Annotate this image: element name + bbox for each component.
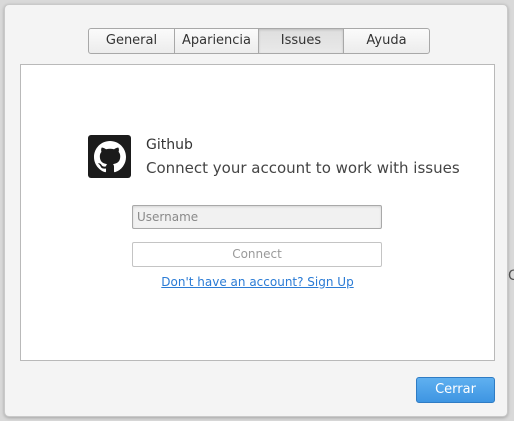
service-subtitle: Connect your account to work with issues	[146, 159, 460, 177]
signup-link[interactable]: Don't have an account? Sign Up	[21, 275, 494, 289]
tab-apariencia[interactable]: Apariencia	[175, 29, 259, 53]
tab-general[interactable]: General	[89, 29, 175, 53]
tab-ayuda[interactable]: Ayuda	[344, 29, 429, 53]
tab-issues[interactable]: Issues	[259, 29, 344, 53]
preferences-dialog: General Apariencia Issues Ayuda Github C…	[4, 4, 508, 417]
connect-button[interactable]: Connect	[132, 242, 382, 267]
github-octocat-svg	[93, 140, 126, 172]
tab-bar: General Apariencia Issues Ayuda	[88, 28, 430, 54]
close-button[interactable]: Cerrar	[416, 377, 495, 403]
background-window-glyph: C	[508, 268, 514, 284]
github-icon	[88, 135, 131, 178]
issues-panel: Github Connect your account to work with…	[20, 64, 495, 361]
username-input[interactable]	[132, 205, 382, 229]
service-title: Github	[146, 137, 193, 153]
